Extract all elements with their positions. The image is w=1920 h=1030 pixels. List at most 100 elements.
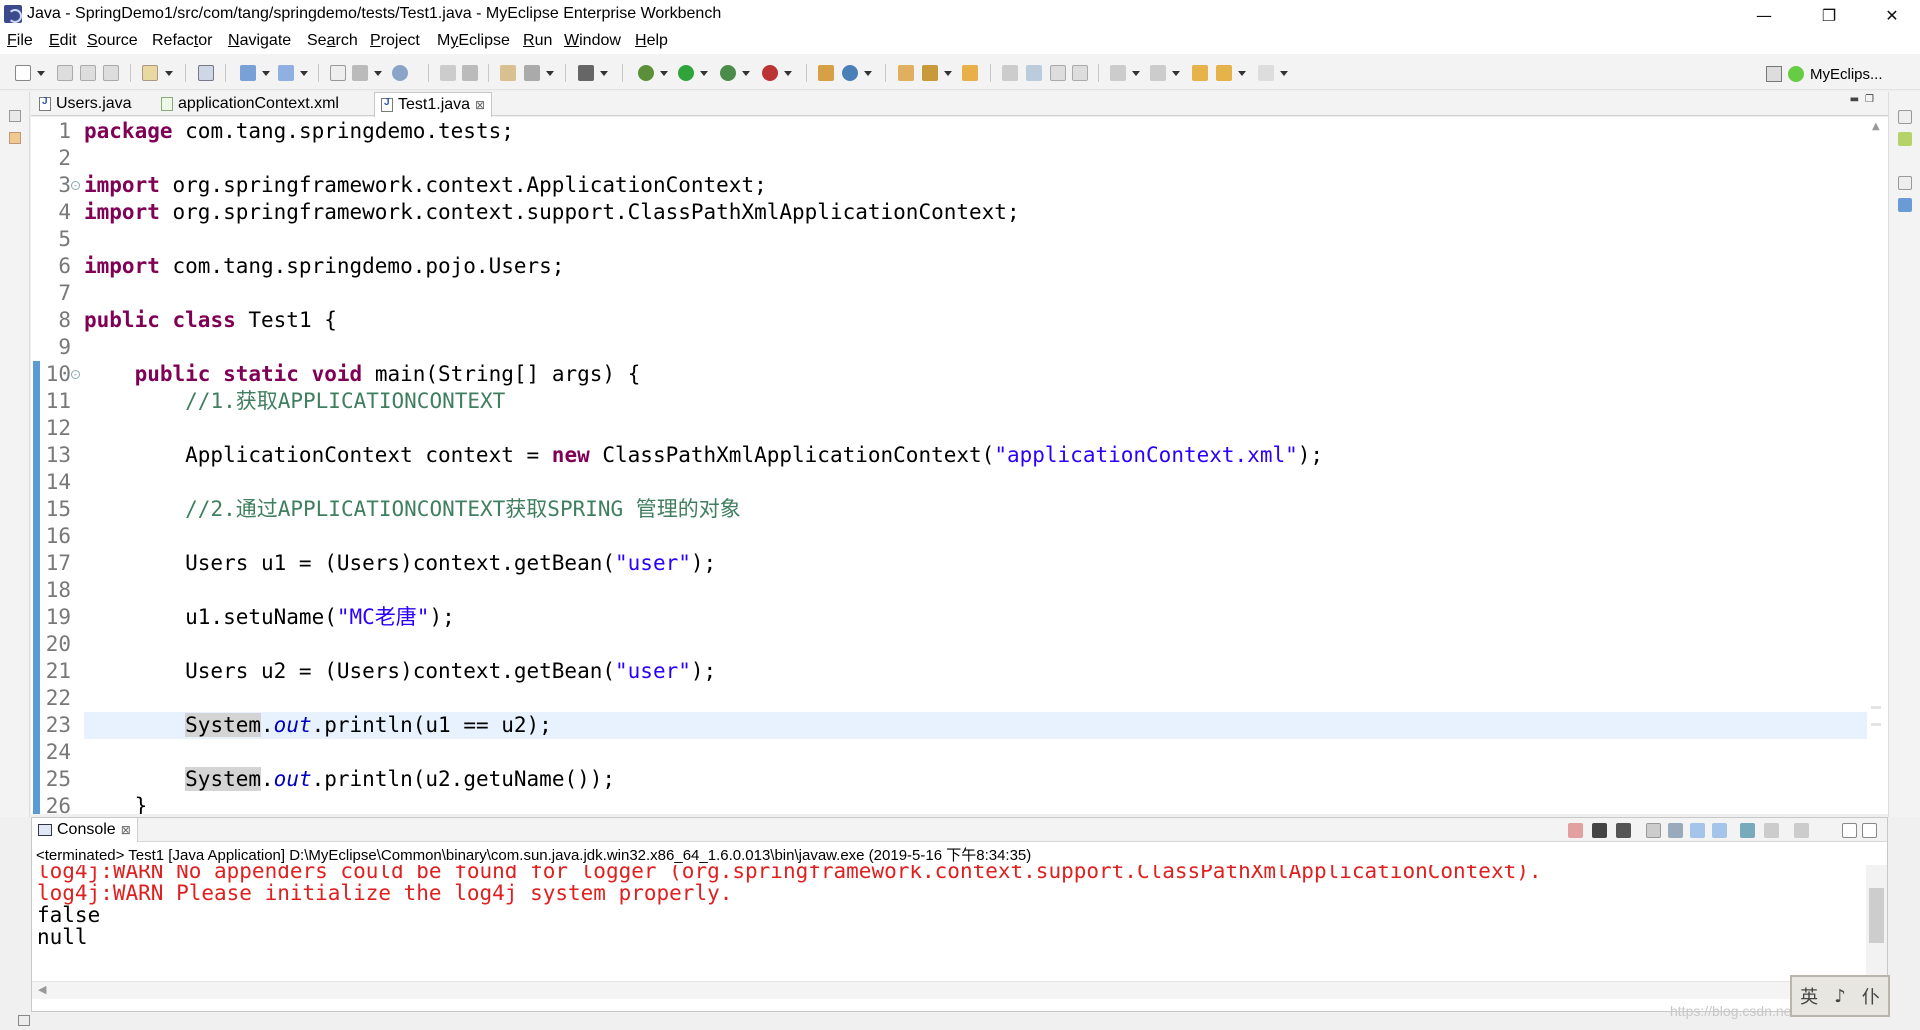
close-button[interactable]: ✕ bbox=[1864, 0, 1920, 30]
tool2-icon[interactable] bbox=[462, 65, 478, 81]
code-line[interactable]: u1.setuName("MC老唐"); bbox=[84, 604, 455, 631]
save-all-icon[interactable] bbox=[80, 65, 96, 81]
overview-marker[interactable] bbox=[1871, 706, 1881, 709]
remove-launch-icon[interactable] bbox=[1592, 823, 1607, 838]
show-whitespace-icon[interactable] bbox=[1072, 65, 1088, 81]
menu-search[interactable]: Search bbox=[307, 32, 358, 50]
chevron-down-icon[interactable] bbox=[262, 71, 270, 76]
chevron-down-icon[interactable] bbox=[300, 71, 308, 76]
new-package-icon[interactable] bbox=[842, 65, 858, 81]
new-class-icon[interactable] bbox=[818, 65, 834, 81]
menu-edit[interactable]: Edit bbox=[49, 32, 77, 50]
minimize-button[interactable]: — bbox=[1736, 0, 1792, 30]
ime-punct[interactable]: ♪ bbox=[1834, 986, 1846, 1007]
fold-toggle-icon[interactable]: - bbox=[71, 181, 80, 190]
open-type-icon[interactable] bbox=[898, 65, 914, 81]
chevron-down-icon[interactable] bbox=[864, 71, 872, 76]
remove-all-icon[interactable] bbox=[1616, 823, 1631, 838]
last-edit-icon[interactable] bbox=[1192, 65, 1208, 81]
close-icon[interactable]: ⊠ bbox=[121, 823, 131, 837]
chevron-down-icon[interactable] bbox=[1238, 71, 1246, 76]
web-icon[interactable] bbox=[352, 65, 368, 81]
package-icon[interactable] bbox=[500, 65, 516, 81]
menu-myeclipse[interactable]: MyEclipse bbox=[437, 32, 510, 50]
code-line[interactable]: public class Test1 { bbox=[84, 307, 337, 334]
editor-overview-ruler[interactable]: ▲ bbox=[1867, 117, 1888, 814]
menu-source[interactable]: Source bbox=[87, 32, 138, 50]
chevron-down-icon[interactable] bbox=[546, 71, 554, 76]
print-icon[interactable] bbox=[103, 65, 119, 81]
code-line[interactable]: System.out.println(u1 == u2); bbox=[84, 712, 552, 739]
fast-view-icon[interactable] bbox=[18, 1015, 30, 1026]
ime-width[interactable]: 仆 bbox=[1862, 983, 1880, 1009]
menu-run[interactable]: Run bbox=[523, 32, 552, 50]
open-browser-icon[interactable] bbox=[330, 65, 346, 81]
code-line[interactable]: import com.tang.springdemo.pojo.Users; bbox=[84, 253, 564, 280]
console-vertical-scrollbar[interactable] bbox=[1866, 865, 1887, 981]
tool-icon[interactable] bbox=[440, 65, 456, 81]
code-line[interactable]: import org.springframework.context.Appli… bbox=[84, 172, 767, 199]
outline-icon[interactable] bbox=[1898, 132, 1912, 146]
console-output[interactable]: log4j:WARN No appenders could be found f… bbox=[32, 865, 1868, 981]
code-line[interactable]: Users u1 = (Users)context.getBean("user"… bbox=[84, 550, 716, 577]
menu-project[interactable]: Project bbox=[370, 32, 420, 50]
show-on-error-icon[interactable] bbox=[1712, 823, 1727, 838]
code-line[interactable]: package com.tang.springdemo.tests; bbox=[84, 118, 514, 145]
show-on-output-icon[interactable] bbox=[1690, 823, 1705, 838]
console-horizontal-scrollbar[interactable]: ◀ bbox=[32, 981, 1866, 999]
properties-icon[interactable] bbox=[1898, 198, 1912, 212]
code-line[interactable]: //2.通过APPLICATIONCONTEXT获取SPRING 管理的对象 bbox=[84, 496, 741, 523]
pen-icon[interactable] bbox=[1026, 65, 1042, 81]
ime-toolbar[interactable]: 英 ♪ 仆 bbox=[1790, 975, 1890, 1017]
chevron-down-icon[interactable] bbox=[1132, 71, 1140, 76]
scrollbar-thumb[interactable] bbox=[1869, 888, 1884, 943]
scroll-left-icon[interactable]: ◀ bbox=[38, 983, 46, 996]
coverage-icon[interactable] bbox=[720, 65, 736, 81]
tab-test1-java[interactable]: Test1.java ⊠ bbox=[374, 92, 493, 117]
overview-marker[interactable] bbox=[1871, 723, 1881, 726]
pin-console-icon[interactable] bbox=[1740, 823, 1755, 838]
back-icon[interactable] bbox=[1216, 65, 1232, 81]
debug-icon[interactable] bbox=[638, 65, 654, 81]
open-folder-icon[interactable] bbox=[962, 65, 978, 81]
display-console-icon[interactable] bbox=[1764, 823, 1779, 838]
restore-button[interactable]: ❐ bbox=[1801, 0, 1857, 30]
toggle-mark-icon[interactable] bbox=[1002, 65, 1018, 81]
menu-file[interactable]: File bbox=[7, 32, 33, 50]
server-icon[interactable] bbox=[198, 65, 214, 81]
chevron-down-icon[interactable] bbox=[1172, 71, 1180, 76]
globe-icon[interactable] bbox=[392, 65, 408, 81]
settings-icon[interactable] bbox=[524, 65, 540, 81]
chevron-down-icon[interactable] bbox=[742, 71, 750, 76]
restore-view-icon[interactable] bbox=[1898, 176, 1912, 190]
run-icon[interactable] bbox=[678, 65, 694, 81]
maximize-icon[interactable] bbox=[1862, 823, 1877, 838]
menu-refactor[interactable]: Refactor bbox=[152, 32, 212, 50]
search-icon[interactable] bbox=[922, 65, 938, 81]
close-icon[interactable]: ⊠ bbox=[475, 98, 485, 112]
code-line[interactable]: Users u2 = (Users)context.getBean("user"… bbox=[84, 658, 716, 685]
tab-users-java[interactable]: Users.java bbox=[33, 92, 138, 116]
perspective-switcher[interactable]: MyEclips... bbox=[1766, 62, 1883, 86]
code-line[interactable]: public static void main(String[] args) { bbox=[84, 361, 641, 388]
chevron-down-icon[interactable] bbox=[660, 71, 668, 76]
prev-annotation-icon[interactable] bbox=[1150, 65, 1166, 81]
minimize-icon[interactable] bbox=[1842, 823, 1857, 838]
ime-mode[interactable]: 英 bbox=[1800, 983, 1818, 1009]
tab-application-context-xml[interactable]: applicationContext.xml bbox=[155, 92, 345, 116]
menu-navigate[interactable]: Navigate bbox=[228, 32, 291, 50]
chevron-down-icon[interactable] bbox=[37, 71, 45, 76]
new-project-icon[interactable] bbox=[142, 65, 158, 81]
forward-icon[interactable] bbox=[1258, 65, 1274, 81]
chevron-down-icon[interactable] bbox=[165, 71, 173, 76]
chevron-down-icon[interactable] bbox=[784, 71, 792, 76]
code-line[interactable]: System.out.println(u2.getuName()); bbox=[84, 766, 615, 793]
scroll-lock-icon[interactable] bbox=[1668, 823, 1683, 838]
java-editor[interactable]: 1 2 3-4 5 6 7 8 9 10-11 12 13 14 15 16 17 18 19 20 21 22 23 2… bbox=[31, 117, 1888, 814]
save-icon[interactable] bbox=[57, 65, 73, 81]
restore-view-icon[interactable] bbox=[9, 110, 21, 122]
code-line[interactable]: //1.获取APPLICATIONCONTEXT bbox=[84, 388, 505, 415]
restore-view-icon[interactable] bbox=[1898, 110, 1912, 124]
tab-console[interactable]: Console ⊠ bbox=[32, 818, 138, 842]
open-perspective-icon[interactable] bbox=[1766, 66, 1782, 82]
